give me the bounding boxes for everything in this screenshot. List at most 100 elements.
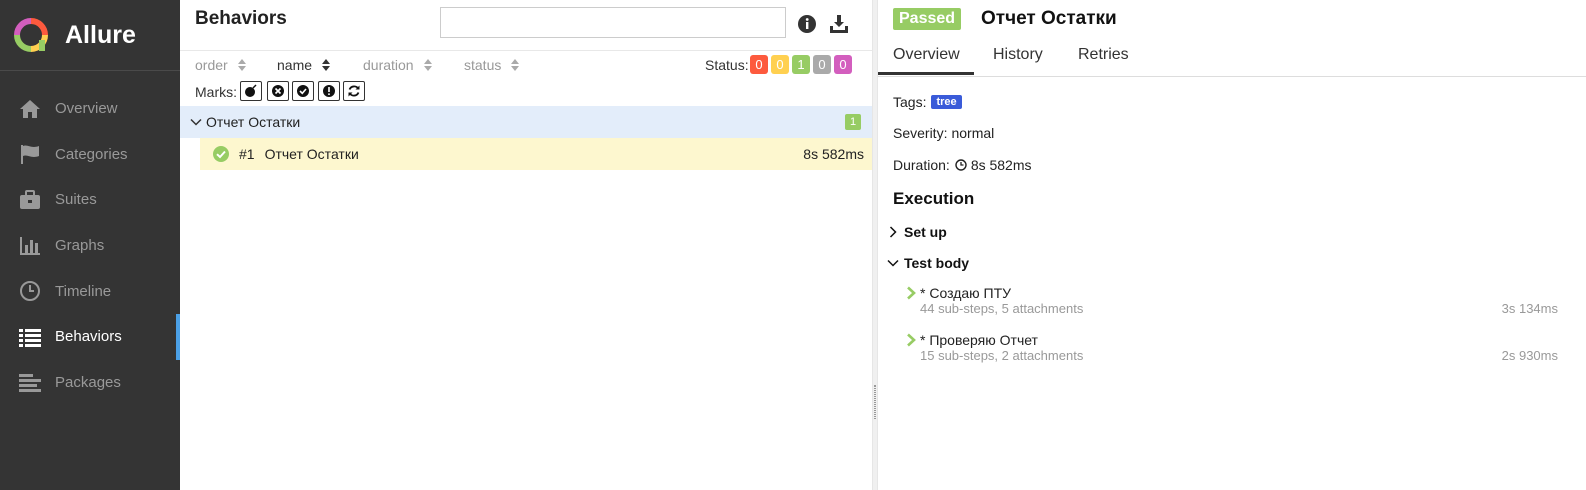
sidebar-item-label: Packages	[55, 373, 121, 391]
sidebar-item-label: Behaviors	[55, 328, 122, 346]
sidebar-item-overview[interactable]: Overview	[0, 86, 180, 132]
flag-icon	[18, 142, 42, 166]
detail-tabs: Overview History Retries	[878, 37, 1586, 77]
step-name: * Проверяю Отчет	[920, 332, 1038, 348]
sort-status-label: status	[464, 57, 502, 73]
info-icon[interactable]	[796, 13, 818, 35]
new-broken-icon	[323, 85, 335, 97]
sort-icon	[511, 59, 520, 71]
home-icon	[18, 97, 42, 121]
sidebar-item-packages[interactable]: Packages	[0, 360, 180, 406]
tab-history[interactable]: History	[993, 46, 1043, 64]
bar-chart-icon	[18, 234, 42, 258]
brand[interactable]: Allure	[0, 0, 180, 71]
severity-line: Severity: normal	[893, 125, 994, 141]
marks-bar: Marks:	[180, 78, 878, 105]
test-title: Отчет Остатки	[981, 8, 1117, 29]
sort-icon	[423, 59, 432, 71]
duration-value: 8s 582ms	[970, 157, 1032, 173]
severity-value: normal	[951, 125, 995, 141]
test-detail-pane: Passed Отчет Остатки Overview History Re…	[878, 0, 1586, 490]
execution-heading: Execution	[893, 189, 975, 208]
sort-status[interactable]: status	[464, 57, 520, 73]
tags-line: Tags: tree	[893, 94, 962, 110]
sort-order-label: order	[195, 57, 228, 73]
sidebar-item-label: Overview	[55, 100, 118, 118]
sort-icon	[237, 59, 246, 71]
step-passed-chevron-icon	[907, 333, 916, 347]
sort-bar: order name duration status Status: 0 0 1…	[180, 51, 878, 78]
active-tab-indicator	[878, 72, 974, 75]
sidebar-item-timeline[interactable]: Timeline	[0, 268, 180, 314]
step-substeps: 15 sub-steps, 2 attachments	[920, 348, 1084, 363]
sidebar-item-suites[interactable]: Suites	[0, 177, 180, 223]
flaky-mark-button[interactable]	[240, 81, 262, 101]
group-count-badge: 1	[845, 114, 861, 130]
tag-badge[interactable]: tree	[931, 95, 962, 109]
new-passed-mark-button[interactable]	[292, 81, 314, 101]
tab-retries[interactable]: Retries	[1078, 46, 1129, 64]
status-broken-badge[interactable]: 0	[771, 55, 789, 74]
step-substeps: 44 sub-steps, 5 attachments	[920, 301, 1084, 316]
status-skipped-badge[interactable]: 0	[813, 55, 831, 74]
download-icon[interactable]	[828, 13, 850, 35]
sort-name-label: name	[277, 57, 313, 73]
flaky-icon	[245, 84, 257, 97]
splitter-grip	[874, 385, 876, 419]
sidebar-item-label: Timeline	[55, 282, 112, 300]
detail-header: Passed Отчет Остатки	[878, 0, 1586, 37]
sort-name[interactable]: name	[277, 57, 331, 73]
duration-line: Duration: 8s 582ms	[893, 157, 1032, 173]
search-input[interactable]	[440, 7, 786, 38]
test-number: #1	[239, 146, 255, 162]
group-name: Отчет Остатки	[206, 114, 301, 130]
sidebar-item-graphs[interactable]: Graphs	[0, 223, 180, 269]
status-passed-badge[interactable]: 1	[792, 55, 810, 74]
test-duration: 8s 582ms	[803, 146, 864, 162]
retries-mark-button[interactable]	[343, 81, 365, 101]
new-broken-mark-button[interactable]	[318, 81, 340, 101]
sidebar-item-behaviors[interactable]: Behaviors	[0, 313, 180, 360]
tags-label: Tags:	[893, 94, 927, 110]
test-name: Отчет Остатки	[264, 146, 359, 162]
severity-label: Severity:	[893, 125, 948, 141]
sidebar-nav: Overview Categories Suites Graphs Timeli…	[0, 86, 180, 405]
new-passed-icon	[297, 85, 309, 97]
status-unknown-badge[interactable]: 0	[834, 55, 852, 74]
sidebar-item-label: Suites	[55, 191, 97, 209]
status-badge: Passed	[893, 8, 962, 30]
page-title: Behaviors	[195, 8, 287, 29]
passed-check-icon	[213, 146, 229, 162]
duration-label: Duration:	[893, 157, 950, 173]
step-duration: 3s 134ms	[1501, 301, 1558, 316]
test-body-label: Test body	[904, 255, 970, 271]
sidebar-item-label: Categories	[55, 145, 128, 163]
briefcase-icon	[18, 188, 42, 212]
step-name: * Создаю ПТУ	[920, 285, 1012, 301]
behaviors-pane: Behaviors order name duration status Sta…	[180, 0, 878, 490]
clock-icon	[955, 159, 967, 171]
sort-order[interactable]: order	[195, 57, 246, 73]
sort-duration[interactable]: duration	[363, 57, 432, 73]
setup-section-toggle[interactable]: Set up	[887, 224, 947, 240]
tree-group-row[interactable]: Отчет Остатки 1	[180, 106, 878, 138]
new-failed-mark-button[interactable]	[267, 81, 289, 101]
allure-logo-icon	[14, 18, 48, 52]
sidebar-item-label: Graphs	[55, 237, 105, 255]
pane-header: Behaviors	[180, 0, 878, 51]
brand-name: Allure	[65, 20, 136, 49]
tab-overview[interactable]: Overview	[893, 46, 960, 74]
sort-asc-icon	[322, 59, 331, 71]
list-icon	[18, 325, 42, 349]
chevron-down-icon	[887, 259, 899, 267]
new-failed-icon	[272, 85, 284, 97]
clock-icon	[18, 279, 42, 303]
sidebar: Allure Overview Categories Suites Graphs…	[0, 0, 180, 490]
retries-icon	[348, 85, 360, 97]
status-failed-badge[interactable]: 0	[750, 55, 768, 74]
sidebar-item-categories[interactable]: Categories	[0, 132, 180, 178]
marks-label: Marks:	[195, 84, 237, 100]
step-passed-chevron-icon	[907, 286, 916, 300]
test-body-section-toggle[interactable]: Test body	[887, 255, 969, 271]
test-row[interactable]: #1 Отчет Остатки 8s 582ms	[200, 138, 878, 170]
